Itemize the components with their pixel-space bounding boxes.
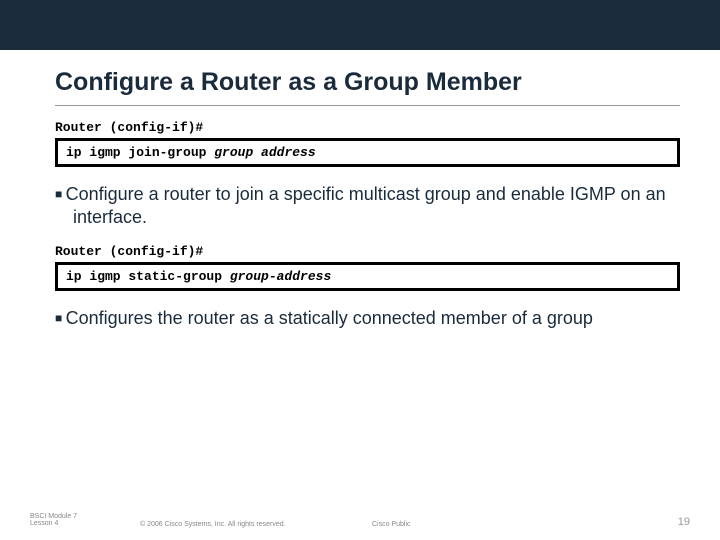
command-box-2: ip igmp static-group group-address: [55, 262, 680, 291]
cmd-2-arg: group-address: [230, 269, 331, 284]
title-divider: [55, 105, 680, 106]
footer: BSCI Module 7 Lesson 4 © 2006 Cisco Syst…: [30, 513, 690, 528]
prompt-1: Router (config-if)#: [55, 120, 680, 135]
footer-copyright: © 2006 Cisco Systems, Inc. All rights re…: [140, 521, 286, 528]
bullet-1: Configure a router to join a specific mu…: [55, 183, 680, 228]
prompt-2: Router (config-if)#: [55, 244, 680, 259]
footer-page: 19: [678, 516, 690, 528]
slide-title: Configure a Router as a Group Member: [55, 68, 680, 97]
command-box-1: ip igmp join-group group address: [55, 138, 680, 167]
cmd-1-prefix: ip igmp join-group: [66, 145, 214, 160]
footer-public: Cisco Public: [372, 521, 411, 528]
cmd-2-prefix: ip igmp static-group: [66, 269, 230, 284]
top-bar: [0, 0, 720, 50]
bullet-2: Configures the router as a statically co…: [55, 307, 680, 330]
cmd-1-arg: group address: [214, 145, 315, 160]
footer-module: BSCI Module 7 Lesson 4: [30, 513, 90, 528]
slide-content: Configure a Router as a Group Member Rou…: [0, 50, 720, 330]
